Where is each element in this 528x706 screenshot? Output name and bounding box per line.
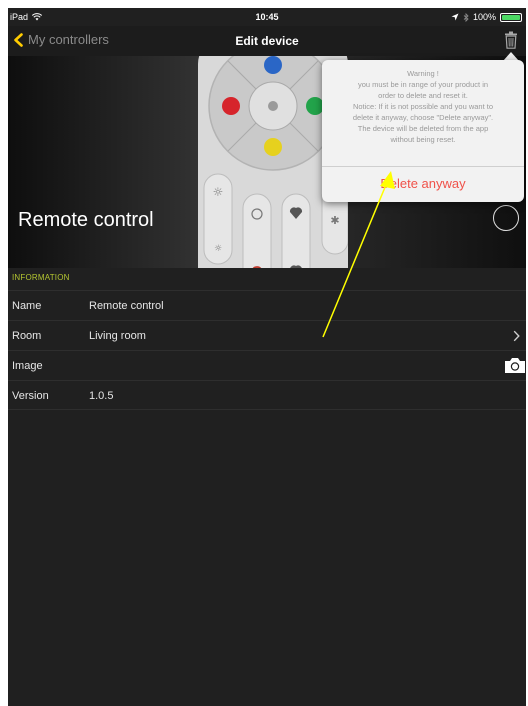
- warning-line: Warning !: [407, 69, 439, 78]
- nav-bar: My controllers Edit device: [8, 26, 526, 56]
- location-arrow-icon: [451, 13, 459, 21]
- page-title: Edit device: [235, 34, 299, 48]
- app-screen: iPad 10:45 100% My controllers Edit devi…: [8, 8, 526, 706]
- warning-line: order to delete and reset it.: [378, 91, 468, 100]
- svg-text:✱: ✱: [330, 214, 339, 227]
- row-value: Remote control: [89, 300, 164, 312]
- select-image-button[interactable]: [493, 205, 519, 231]
- bluetooth-icon: [463, 12, 469, 22]
- chevron-right-icon: [513, 330, 520, 342]
- information-list: Name Remote control Room Living room Ima…: [8, 290, 526, 410]
- warning-message: Warning ! you must be in range of your p…: [328, 68, 518, 145]
- svg-text:☼: ☼: [213, 185, 224, 199]
- status-right: 100%: [451, 12, 522, 22]
- battery-icon: [500, 12, 522, 22]
- warning-line: The device will be deleted from the app: [357, 124, 489, 133]
- status-bar: iPad 10:45 100%: [8, 8, 526, 26]
- status-time: 10:45: [255, 12, 279, 22]
- row-label: Name: [12, 300, 42, 312]
- trash-icon[interactable]: [504, 31, 518, 49]
- row-label: Version: [12, 390, 49, 402]
- warning-line: you must be in range of your product in: [357, 80, 489, 89]
- device-name-title: Remote control: [18, 209, 154, 231]
- row-label: Image: [12, 360, 43, 372]
- row-value: 1.0.5: [89, 390, 114, 402]
- info-row-name[interactable]: Name Remote control: [8, 290, 526, 320]
- camera-icon[interactable]: [504, 356, 526, 374]
- svg-text:☼: ☼: [214, 244, 222, 254]
- warning-line: delete it anyway, choose "Delete anyway"…: [352, 113, 494, 122]
- delete-anyway-button[interactable]: Delete anyway: [322, 166, 524, 202]
- info-row-version: Version 1.0.5: [8, 380, 526, 410]
- section-header-information: INFORMATION: [12, 273, 70, 282]
- row-label: Room: [12, 330, 42, 342]
- battery-percent: 100%: [472, 12, 496, 22]
- battery-fill: [502, 14, 520, 20]
- row-value: Living room: [89, 330, 146, 342]
- info-row-room[interactable]: Room Living room: [8, 320, 526, 350]
- warning-line: without being reset.: [390, 135, 456, 144]
- delete-warning-popover: Warning ! you must be in range of your p…: [322, 60, 524, 202]
- info-row-image[interactable]: Image: [8, 350, 526, 380]
- warning-line: Notice: If it is not possible and you wa…: [352, 102, 494, 111]
